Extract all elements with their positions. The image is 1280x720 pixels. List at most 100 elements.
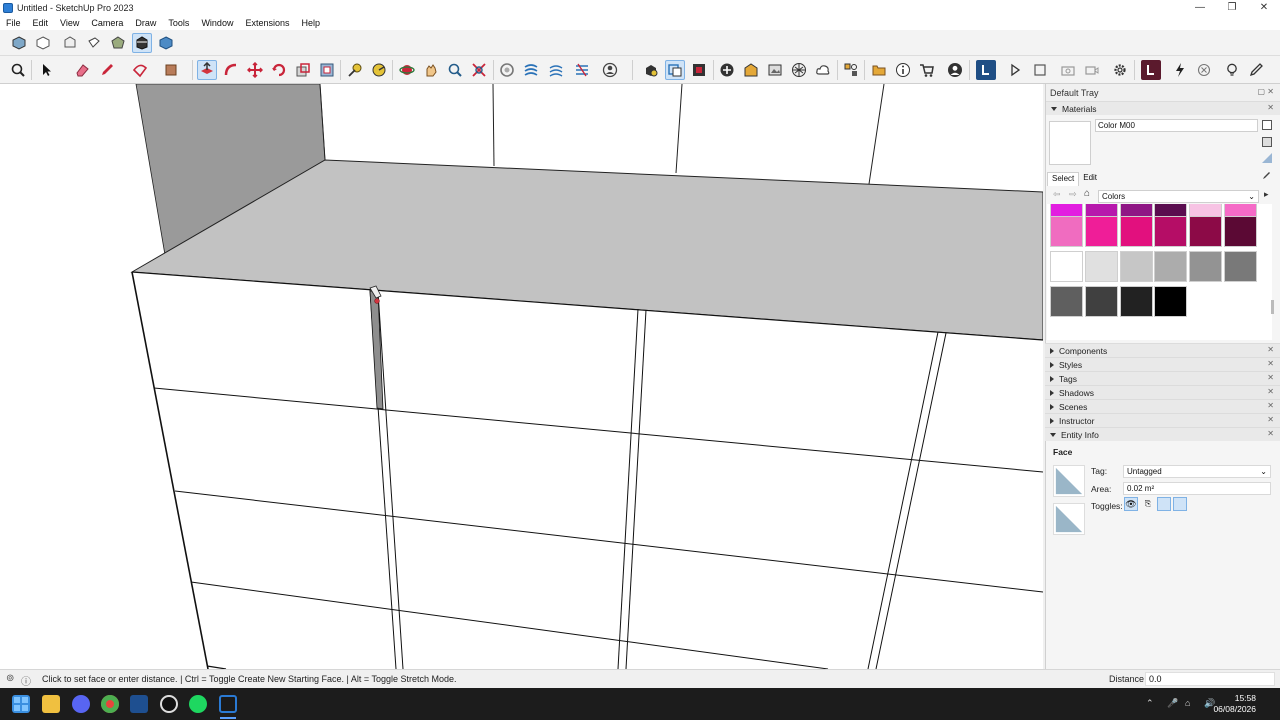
geo-status-icon[interactable]: ⊚ (6, 673, 14, 684)
menu-window[interactable]: Window (195, 18, 239, 28)
paint-bucket-icon[interactable] (161, 60, 181, 80)
spotify-icon[interactable] (189, 695, 207, 713)
swatch-scrollbar[interactable] (1271, 300, 1274, 314)
folder-icon[interactable] (869, 60, 889, 80)
color-swatch[interactable] (1224, 251, 1257, 282)
color-swatch[interactable] (1224, 216, 1257, 247)
cart-icon[interactable] (917, 60, 937, 80)
distance-input[interactable]: 0.0 (1145, 672, 1275, 686)
drape-icon[interactable] (572, 60, 592, 80)
menu-camera[interactable]: Camera (85, 18, 129, 28)
push-pull-icon[interactable] (197, 60, 217, 80)
maximize-button[interactable]: ❐ (1216, 0, 1248, 15)
forward-arrow-icon[interactable]: ⇨ (1069, 189, 1077, 200)
panel-header-tags[interactable]: Tags ✕ (1045, 371, 1280, 385)
layout-icon[interactable] (665, 60, 685, 80)
iso-view-icon[interactable] (9, 33, 29, 53)
color-swatch[interactable] (1189, 251, 1223, 282)
shapes-icon[interactable] (130, 60, 150, 80)
select-icon[interactable] (36, 60, 56, 80)
follow-me-icon[interactable] (221, 60, 241, 80)
color-swatch[interactable] (1050, 216, 1083, 247)
section-plane-icon[interactable] (497, 60, 517, 80)
file-explorer-icon[interactable] (42, 695, 60, 713)
menu-file[interactable]: File (0, 18, 27, 28)
close-icon[interactable]: ✕ (1267, 401, 1274, 410)
eraser-icon[interactable] (72, 60, 92, 80)
close-icon[interactable]: ✕ (1267, 103, 1274, 112)
rotate-icon[interactable] (269, 60, 289, 80)
menu-view[interactable]: View (54, 18, 85, 28)
obs-icon[interactable] (160, 695, 178, 713)
settings-gear-icon[interactable] (1110, 60, 1130, 80)
photo-texture-icon[interactable] (765, 60, 785, 80)
panel-header-instructor[interactable]: Instructor ✕ (1045, 413, 1280, 427)
tray-pin-icon[interactable]: ▢ ✕ (1258, 87, 1274, 96)
back-arrow-icon[interactable]: ⇦ (1053, 189, 1061, 200)
extension-manager-icon[interactable] (841, 60, 861, 80)
color-swatch[interactable] (1119, 286, 1153, 317)
front-view-icon[interactable] (60, 33, 80, 53)
model-viewport[interactable] (0, 84, 1043, 669)
warehouse-icon[interactable] (641, 60, 661, 80)
close-button[interactable]: ✕ (1248, 0, 1280, 15)
back-face-swatch[interactable] (1053, 503, 1085, 535)
menu-tools[interactable]: Tools (162, 18, 195, 28)
left-view-icon[interactable] (132, 33, 152, 53)
pen-icon[interactable] (1246, 60, 1266, 80)
stop-icon[interactable] (1030, 60, 1050, 80)
close-icon[interactable]: ✕ (1267, 373, 1274, 382)
color-swatch[interactable] (1119, 251, 1153, 282)
microphone-icon[interactable]: 🎤 (1167, 698, 1178, 709)
geo-icon[interactable] (741, 60, 761, 80)
move-icon[interactable] (245, 60, 265, 80)
pencil-icon[interactable] (97, 60, 117, 80)
add-location-icon[interactable] (717, 60, 737, 80)
menu-extensions[interactable]: Extensions (239, 18, 295, 28)
color-swatch[interactable] (1050, 251, 1083, 282)
sketchup-taskbar-icon[interactable] (219, 695, 237, 713)
back-view-icon[interactable] (108, 33, 128, 53)
chrome-icon[interactable] (101, 695, 119, 713)
color-swatch[interactable] (1154, 251, 1188, 282)
visible-toggle-icon[interactable]: 👁 (1124, 497, 1138, 511)
panel-header-shadows[interactable]: Shadows ✕ (1045, 385, 1280, 399)
tape-measure-icon[interactable] (345, 60, 365, 80)
stamp-icon[interactable] (546, 60, 566, 80)
bottom-view-icon[interactable] (156, 33, 176, 53)
color-swatch[interactable] (1084, 216, 1118, 247)
close-icon[interactable]: ✕ (1267, 387, 1274, 396)
color-swatch[interactable] (1154, 286, 1188, 317)
color-swatch[interactable] (1154, 216, 1188, 247)
menu-help[interactable]: Help (295, 18, 326, 28)
scale-icon[interactable] (293, 60, 313, 80)
orbit-icon[interactable] (397, 60, 417, 80)
chevron-up-icon[interactable]: ⌃ (1146, 698, 1154, 709)
clock[interactable]: 15:58 06/08/2026 (1213, 693, 1256, 715)
tag-dropdown[interactable]: Untagged ⌄ (1123, 465, 1271, 478)
tab-select[interactable]: Select (1047, 172, 1080, 186)
zoom-window-icon[interactable] (445, 60, 465, 80)
close-icon[interactable]: ✕ (1267, 345, 1274, 354)
cast-shadows-icon[interactable] (1157, 497, 1171, 511)
color-swatch[interactable] (1119, 216, 1153, 247)
color-swatch[interactable] (1084, 286, 1118, 317)
front-face-swatch[interactable] (1053, 465, 1085, 497)
bulb-icon[interactable] (1222, 60, 1242, 80)
tab-edit[interactable]: Edit (1079, 172, 1101, 186)
zoom-icon[interactable] (8, 60, 28, 80)
offset-icon[interactable] (317, 60, 337, 80)
material-name-field[interactable]: Color M00 (1095, 119, 1258, 132)
protractor-icon[interactable] (369, 60, 389, 80)
details-arrow-icon[interactable]: ▸ (1264, 189, 1269, 200)
minimize-button[interactable]: — (1184, 0, 1216, 15)
checker-icon[interactable] (789, 60, 809, 80)
home-icon[interactable]: ⌂ (1084, 188, 1090, 199)
menu-edit[interactable]: Edit (27, 18, 55, 28)
windows-start-icon[interactable] (12, 695, 30, 713)
profile-icon[interactable] (945, 60, 965, 80)
plugin-logo-icon[interactable] (1141, 60, 1161, 80)
video-camera-icon[interactable] (1082, 60, 1102, 80)
discord-icon[interactable] (72, 695, 90, 713)
panel-header-scenes[interactable]: Scenes ✕ (1045, 399, 1280, 413)
